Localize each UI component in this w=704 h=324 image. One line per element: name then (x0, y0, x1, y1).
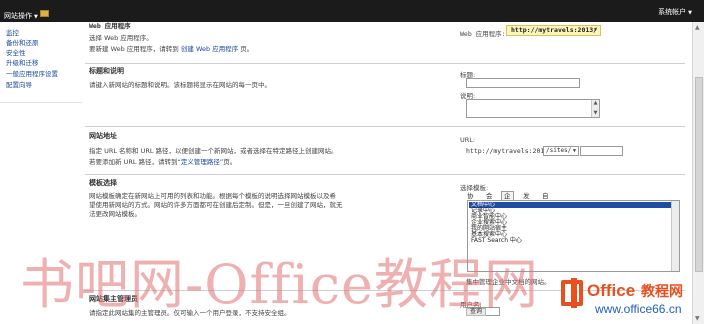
scrollbar-thumb[interactable] (695, 77, 703, 272)
template-desc-line3: 法更改网站模板。 (89, 210, 141, 218)
address-desc-prefix: 若要添加新 URL 路径，请转到“ (89, 158, 181, 166)
nav-item-backup-restore[interactable]: 备份和还原 (6, 37, 39, 47)
create-web-application-link[interactable]: 创建 Web 应用程序 (181, 45, 238, 53)
scroll-up-icon[interactable]: ▲ (592, 100, 599, 107)
scroll-down-icon[interactable]: ▼ (592, 110, 599, 117)
site-actions-menu[interactable]: 网站操作 ▼ (4, 11, 38, 21)
section-title-web-application: Web 应用程序 (89, 22, 131, 30)
scroll-up-icon[interactable]: ▲ (695, 24, 700, 31)
define-managed-paths-link[interactable]: 定义管理路径 (181, 158, 220, 166)
web-application-selector[interactable]: http://mytravels:2013/ ▼ (506, 25, 601, 36)
description-scrollbar[interactable]: ▲ ▼ (591, 100, 599, 117)
section-divider (85, 174, 685, 175)
chevron-down-icon: ▼ (572, 148, 576, 154)
url-label: URL: (460, 136, 476, 144)
folder-icon[interactable] (40, 10, 49, 17)
admin-desc: 请指定此网站集的主管理员。仅可输入一个用户登录，不支持安全组。 (89, 309, 291, 317)
managed-path-value: /sites/ (546, 147, 572, 154)
left-navigation: 监控 备份和还原 安全性 升级和迁移 一般应用程序设置 配置向导 (0, 22, 82, 324)
svg-text:www.office66.cn: www.office66.cn (594, 302, 682, 316)
top-ribbon-bar: 网站操作 ▼ 系统帐户 ▼ (0, 0, 704, 22)
svg-text:教程网: 教程网 (641, 283, 683, 300)
section-title-primary-admin: 网站集主管理员 (89, 295, 138, 303)
chevron-down-icon: ▼ (688, 10, 692, 16)
template-listbox[interactable]: 文档中心 记录中心 商业智能中心 企业搜索中心 我的网站宿主 基本搜索中心 FA… (467, 200, 680, 272)
url-prefix: http://mytravels:2013 (466, 147, 549, 155)
url-name-input[interactable] (580, 146, 623, 156)
site-actions-label: 网站操作 (4, 12, 32, 20)
template-listbox-scrollbar[interactable] (671, 201, 679, 271)
managed-path-selector[interactable]: /sites/ ▼ (543, 146, 579, 156)
check-names-button[interactable]: 查询 (466, 308, 486, 316)
svg-text:Office: Office (587, 281, 635, 300)
chevron-down-icon: ▼ (34, 14, 38, 20)
section-title-web-site-address: 网站地址 (89, 132, 117, 140)
nav-item-upgrade-migration[interactable]: 升级和迁移 (6, 57, 39, 67)
section-title-template-selection: 模板选择 (89, 179, 117, 187)
nav-item-security[interactable]: 安全性 (6, 47, 26, 57)
web-application-value: http://mytravels:2013/ (511, 26, 598, 34)
chevron-down-icon: ▼ (593, 27, 597, 33)
nav-item-config-wizards[interactable]: 配置向导 (6, 79, 32, 89)
title-input[interactable] (466, 78, 580, 88)
address-desc-suffix: ”页。 (219, 158, 237, 166)
address-desc-line1: 指定 URL 名称和 URL 路径，以便创建一个新网站，或者选择在特定路径上创建… (89, 147, 338, 155)
url-row: http://mytravels:2013 /sites/ ▼ (466, 146, 686, 156)
webapp-desc-line2: 要新建 Web 应用程序，请转到 创建 Web 应用程序 页。 (89, 43, 253, 53)
section-divider (85, 63, 685, 64)
webapp-desc-line1: 选择 Web 应用程序。 (89, 34, 153, 42)
webapp-desc-prefix: 要新建 Web 应用程序，请转到 (89, 45, 179, 53)
title-section-desc: 请键入新网站的标题和说明。该标题将显示在网站的每一页中。 (89, 81, 271, 89)
office-logo-icon: Office 教程网 www.office66.cn (561, 278, 683, 316)
office-logo: Office 教程网 www.office66.cn (555, 270, 704, 324)
webapp-desc-suffix: 页。 (240, 45, 254, 53)
description-textarea[interactable]: ▲ ▼ (466, 99, 600, 118)
template-option-fast-search[interactable]: FAST Search 中心 (469, 238, 671, 244)
web-application-label: Web 应用程序: (460, 30, 506, 38)
section-title-title-description: 标题和说明 (89, 67, 124, 75)
nav-divider (0, 102, 82, 103)
account-label: 系统帐户 (658, 8, 687, 16)
nav-item-monitoring[interactable]: 监控 (6, 27, 19, 37)
section-divider (85, 126, 685, 127)
template-description: 集中管理企业中文档的网站。 (466, 278, 551, 286)
address-desc-line2: 若要添加新 URL 路径，请转到“定义管理路径”页。 (89, 156, 236, 166)
account-menu[interactable]: 系统帐户 ▼ (658, 7, 692, 17)
nav-item-general-settings[interactable]: 一般应用程序设置 (6, 68, 58, 78)
